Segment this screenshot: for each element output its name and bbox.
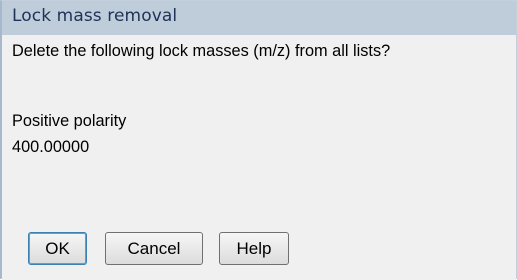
lock-mass-value: 400.00000 bbox=[12, 137, 90, 156]
confirmation-question: Delete the following lock masses (m/z) f… bbox=[12, 41, 391, 60]
lock-mass-removal-dialog: Lock mass removal Delete the following l… bbox=[0, 0, 517, 280]
help-button[interactable]: Help bbox=[219, 232, 289, 265]
dialog-body: Delete the following lock masses (m/z) f… bbox=[2, 35, 516, 280]
dialog-titlebar[interactable]: Lock mass removal bbox=[2, 1, 516, 35]
cancel-button[interactable]: Cancel bbox=[105, 232, 203, 265]
ok-button[interactable]: OK bbox=[28, 232, 87, 265]
dialog-title: Lock mass removal bbox=[12, 6, 178, 26]
polarity-label: Positive polarity bbox=[12, 111, 127, 130]
